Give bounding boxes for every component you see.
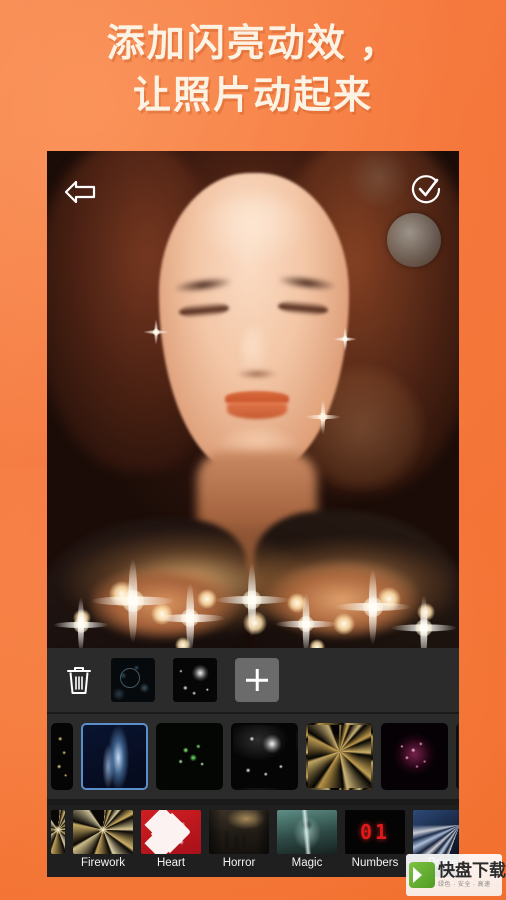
add-layer-button[interactable] xyxy=(235,658,279,702)
photo-forehead-highlight xyxy=(199,193,307,265)
firework-thumb-icon xyxy=(73,810,133,854)
category-label: Magic xyxy=(291,857,323,869)
bokeh-circle-sticker[interactable] xyxy=(387,213,441,267)
layer-thumb-bokeh-circles[interactable] xyxy=(111,658,155,702)
effect-green-glitter[interactable] xyxy=(156,723,223,790)
prime-thumb-icon xyxy=(413,810,459,854)
photo-lower-lip xyxy=(227,402,287,419)
watermark-subtitle: 绿色 · 安全 · 高速 xyxy=(438,882,491,888)
category-item-heart[interactable]: Heart xyxy=(141,810,201,869)
back-arrow-icon[interactable] xyxy=(63,179,97,205)
effect-next-partial[interactable] xyxy=(456,723,459,790)
horror-thumb-icon xyxy=(209,810,269,854)
kuaipan-logo-icon xyxy=(409,862,435,888)
category-item-magic[interactable]: Magic xyxy=(277,810,337,869)
category-item-partial-left[interactable] xyxy=(51,810,65,854)
watermark-text: 快盘下载 绿色 · 安全 · 高速 xyxy=(438,862,506,888)
promo-screenshot: 添加闪亮动效 ， 让照片动起来 Firework Heart Horror Ma… xyxy=(0,0,506,900)
magic-thumb-icon xyxy=(277,810,337,854)
category-thumb xyxy=(51,810,65,854)
numbers-digits: 01 xyxy=(359,820,391,844)
photo-hands xyxy=(91,543,421,648)
effects-strip[interactable] xyxy=(47,714,459,799)
layer-toolbar xyxy=(47,648,459,713)
category-item-numbers[interactable]: 01 Numbers xyxy=(345,810,405,869)
category-label: Horror xyxy=(222,857,256,869)
effect-white-bokeh[interactable] xyxy=(231,723,298,790)
layer-thumb-glitter-dots[interactable] xyxy=(173,658,217,702)
headline-line-1: 添加闪亮动效 ， xyxy=(106,23,400,65)
heart-thumb-icon xyxy=(141,810,201,854)
category-strip[interactable]: Firework Heart Horror Magic 01 Numbers xyxy=(47,805,459,877)
watermark-title: 快盘下载 xyxy=(438,861,506,880)
effect-pink-firework[interactable] xyxy=(381,723,448,790)
category-item-horror[interactable]: Horror xyxy=(209,810,269,869)
numbers-thumb-icon: 01 xyxy=(345,810,405,854)
category-label: Numbers xyxy=(351,857,399,869)
trash-icon[interactable] xyxy=(65,664,93,696)
effect-gold-firework[interactable] xyxy=(306,723,373,790)
app-screen: Firework Heart Horror Magic 01 Numbers xyxy=(47,151,459,877)
effect-blue-lightning[interactable] xyxy=(81,723,148,790)
category-label: Firework xyxy=(80,857,126,869)
check-circle-icon[interactable] xyxy=(411,173,443,205)
photo-canvas[interactable] xyxy=(47,151,459,648)
category-label: Heart xyxy=(156,857,186,869)
promo-headline: 添加闪亮动效 ， 让照片动起来 xyxy=(0,18,506,122)
watermark: 快盘下载 绿色 · 安全 · 高速 xyxy=(406,854,506,896)
effect-gold-sparks[interactable] xyxy=(51,723,73,790)
category-item-firework[interactable]: Firework xyxy=(73,810,133,869)
headline-line-2: 让照片动起来 xyxy=(132,75,373,117)
photo-nostrils xyxy=(237,369,277,379)
